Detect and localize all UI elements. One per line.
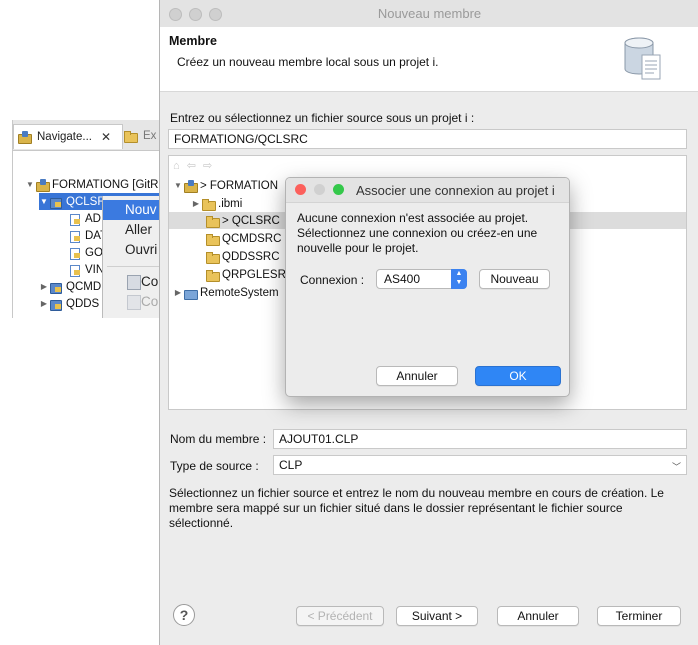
finish-button[interactable]: Terminer bbox=[597, 606, 681, 626]
wizard-description: Sélectionnez un fichier source et entrez… bbox=[169, 486, 664, 530]
menu-separator bbox=[107, 266, 163, 267]
project-icon bbox=[183, 179, 198, 193]
dialog-minimize-button bbox=[314, 184, 325, 195]
folder-icon bbox=[205, 251, 220, 264]
remote-systems-icon bbox=[183, 287, 198, 300]
help-button[interactable]: ? bbox=[173, 604, 195, 626]
database-icon bbox=[624, 37, 661, 80]
project-icon bbox=[35, 178, 50, 192]
member-icon bbox=[68, 213, 82, 226]
tab-explorer-label: Ex bbox=[143, 130, 157, 142]
dialog-zoom-button[interactable] bbox=[333, 184, 344, 195]
menu-item-open[interactable]: Ouvri bbox=[103, 240, 163, 260]
chevron-down-icon: ﹀ bbox=[671, 462, 681, 472]
home-icon[interactable]: ⌂ bbox=[173, 160, 182, 172]
navigator-icon bbox=[17, 131, 32, 144]
expand-triangle-icon[interactable]: ▼ bbox=[173, 181, 183, 190]
tree-item-ibmi[interactable]: ▶ .ibmi bbox=[191, 195, 242, 212]
library-icon bbox=[49, 281, 63, 294]
library-icon bbox=[49, 196, 63, 209]
dialog-ok-button[interactable]: OK bbox=[475, 366, 561, 386]
connection-select[interactable]: AS400 ▲ ▼ bbox=[376, 269, 467, 289]
expand-triangle-icon[interactable]: ▼ bbox=[39, 197, 49, 206]
next-button[interactable]: Suivant > bbox=[396, 606, 478, 626]
source-type-select[interactable]: CLP ﹀ bbox=[273, 455, 687, 475]
tree-item-remote-systems[interactable]: ▶ RemoteSystem bbox=[173, 284, 279, 301]
folder-icon bbox=[201, 198, 216, 211]
folder-icon bbox=[205, 215, 220, 228]
expand-triangle-icon[interactable]: ▶ bbox=[191, 199, 201, 208]
explorer-icon bbox=[123, 130, 138, 143]
tab-navigator[interactable]: Navigate... ✕ bbox=[13, 124, 123, 149]
expand-triangle-icon[interactable]: ▶ bbox=[39, 299, 49, 308]
source-type-label: Type de source : bbox=[170, 459, 259, 473]
tree-item-project[interactable]: ▼ FORMATIONG [GitR bbox=[25, 176, 158, 193]
menu-item-go-to[interactable]: Aller bbox=[103, 220, 163, 240]
member-icon bbox=[68, 247, 82, 260]
associate-connection-dialog: Associer une connexion au projet i Aucun… bbox=[285, 177, 570, 397]
member-name-input[interactable]: AJOUT01.CLP bbox=[273, 429, 687, 449]
wizard-header-subtitle: Créez un nouveau membre local sous un pr… bbox=[177, 55, 439, 69]
connection-value: AS400 bbox=[384, 272, 421, 286]
library-icon bbox=[49, 298, 63, 311]
tree-item-qcmdsrc[interactable]: ▶ QCMD bbox=[39, 278, 101, 295]
paste-icon bbox=[127, 295, 141, 310]
member-name-label: Nom du membre : bbox=[170, 432, 267, 446]
dialog-title-bar: Associer une connexion au projet i bbox=[286, 178, 569, 203]
source-file-label: Entrez ou sélectionnez un fichier source… bbox=[170, 111, 475, 125]
context-menu: Nouv Aller Ouvri Co Co bbox=[102, 196, 163, 318]
tree-item-qcmdsrc[interactable]: QCMDSRC bbox=[205, 230, 281, 247]
tab-explorer[interactable]: Ex bbox=[123, 124, 156, 148]
updown-stepper-icon[interactable]: ▲ ▼ bbox=[451, 269, 467, 289]
cancel-button[interactable]: Annuler bbox=[497, 606, 579, 626]
window-title: Nouveau membre bbox=[377, 6, 482, 21]
dialog-title: Associer une connexion au projet i bbox=[356, 183, 555, 198]
tab-navigator-label: Navigate... bbox=[37, 131, 92, 143]
dialog-message: Aucune connexion n'est associée au proje… bbox=[297, 211, 538, 255]
tree-item-qrpglesrc[interactable]: QRPGLESR bbox=[205, 266, 286, 283]
forward-arrow-icon[interactable]: ⇨ bbox=[203, 160, 214, 172]
source-file-input[interactable]: FORMATIONG/QCLSRC bbox=[168, 129, 687, 149]
previous-button[interactable]: < Précédent bbox=[296, 606, 384, 626]
menu-item-new[interactable]: Nouv bbox=[103, 200, 163, 220]
expand-triangle-icon[interactable]: ▼ bbox=[25, 180, 35, 189]
menu-item-paste[interactable]: Co bbox=[103, 292, 163, 312]
connection-label: Connexion : bbox=[300, 273, 365, 287]
expand-triangle-icon[interactable]: ▶ bbox=[39, 282, 49, 291]
tree-item-member[interactable]: GO bbox=[68, 244, 103, 261]
folder-icon bbox=[205, 233, 220, 246]
wizard-header-title: Membre bbox=[169, 34, 217, 48]
member-icon bbox=[68, 264, 82, 277]
menu-item-copy[interactable]: Co bbox=[103, 272, 163, 292]
member-icon bbox=[68, 230, 82, 243]
tree-item-project[interactable]: ▼ > FORMATION bbox=[173, 177, 278, 194]
close-icon[interactable]: ✕ bbox=[101, 130, 111, 144]
new-connection-button[interactable]: Nouveau bbox=[479, 269, 550, 289]
tree-toolbar: ⌂ ⇦ ⇨ bbox=[173, 159, 214, 172]
folder-icon bbox=[205, 269, 220, 282]
tree-item-member[interactable]: AD bbox=[68, 210, 101, 227]
expand-triangle-icon[interactable]: ▶ bbox=[173, 288, 183, 297]
source-type-value: CLP bbox=[279, 458, 303, 472]
window-title-bar: Nouveau membre bbox=[160, 0, 698, 28]
dialog-close-button[interactable] bbox=[295, 184, 306, 195]
tree-item-qddssrc[interactable]: QDDSSRC bbox=[205, 248, 280, 265]
back-arrow-icon[interactable]: ⇦ bbox=[187, 160, 198, 172]
copy-icon bbox=[127, 275, 141, 290]
tree-item-member[interactable]: VIN bbox=[68, 261, 104, 278]
dialog-cancel-button[interactable]: Annuler bbox=[376, 366, 458, 386]
tree-item-qddssrc[interactable]: ▶ QDDS bbox=[39, 295, 99, 312]
navigator-tab-bar: Navigate... ✕ Ex bbox=[13, 120, 163, 151]
wizard-header: Membre Créez un nouveau membre local sou… bbox=[160, 27, 698, 92]
